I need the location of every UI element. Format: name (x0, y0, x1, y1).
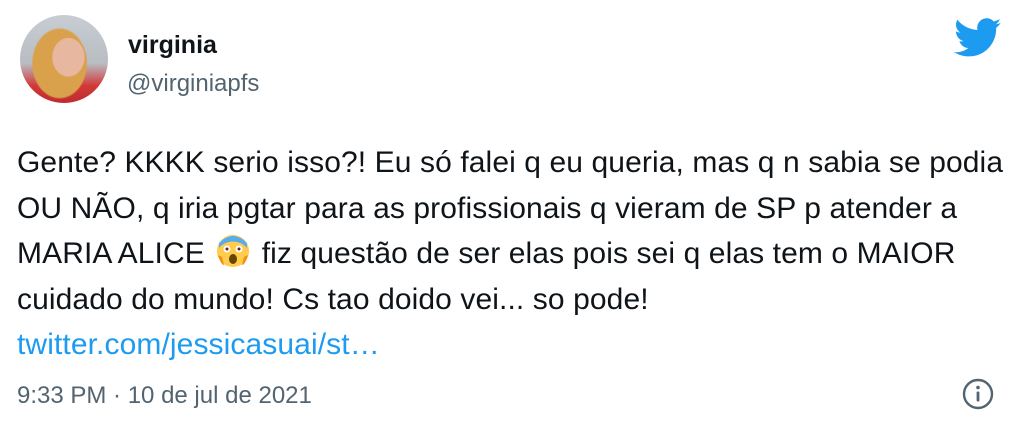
user-handle[interactable]: @virginiapfs (127, 70, 259, 98)
info-icon[interactable] (961, 377, 995, 411)
screaming-face-emoji-icon (217, 235, 250, 267)
avatar[interactable] (20, 15, 108, 103)
twitter-bird-icon[interactable] (954, 18, 1002, 58)
display-name[interactable]: virginia (128, 31, 217, 60)
tweet-link[interactable]: twitter.com/jessicasuai/st… (17, 328, 380, 361)
tweet-text: Gente? KKKK serio isso?! Eu só falei q e… (17, 140, 1007, 368)
tweet-timestamp[interactable]: 9:33 PM · 10 de jul de 2021 (17, 382, 312, 410)
